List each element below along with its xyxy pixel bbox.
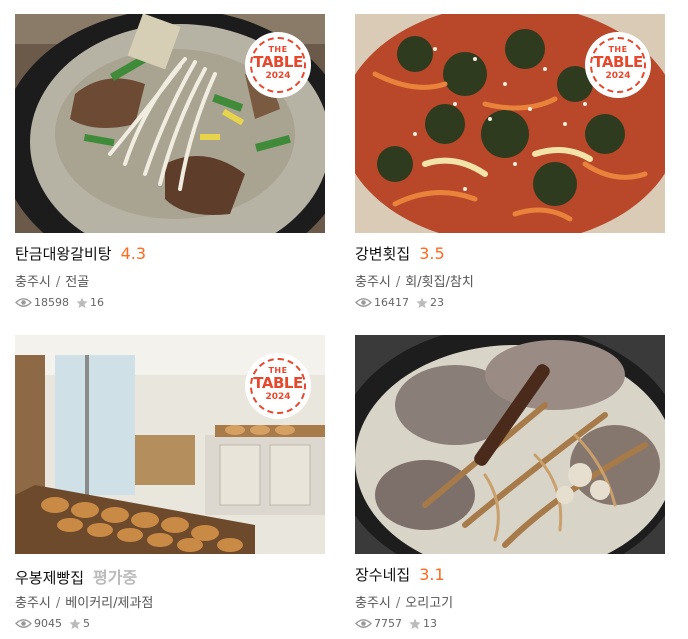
rating-score: 4.3 [120, 244, 147, 263]
star-count: 13 [423, 617, 437, 630]
star-icon [76, 297, 88, 308]
restaurant-photo[interactable]: THE TABLE 2024 [15, 335, 325, 554]
title-row: 강변횟집 3.5 [355, 243, 665, 267]
location-category: 충주시 / 회/횟집/참치 [355, 271, 665, 290]
city-label: 충주시 [355, 275, 391, 290]
restaurant-photo[interactable] [355, 335, 665, 554]
restaurant-name[interactable]: 장수네집 [355, 564, 410, 585]
restaurant-card[interactable]: THE TABLE 2024 탄금대왕갈비탕 4.3 충주시 / 전골 18598 … [15, 14, 325, 309]
rating-score: 3.1 [419, 565, 445, 584]
title-row: 탄금대왕갈비탕 4.3 [15, 243, 325, 267]
location-category: 충주시 / 오리고기 [355, 592, 665, 611]
the-table-2024-badge: THE TABLE 2024 [247, 355, 309, 417]
stats-row: 7757 13 [355, 617, 665, 630]
stats-row: 18598 16 [15, 296, 325, 309]
eye-icon [355, 619, 372, 628]
badge-line-2: TABLE [253, 53, 303, 71]
rating-pending: 평가중 [93, 568, 138, 587]
eye-icon [15, 619, 32, 628]
star-icon [416, 297, 428, 308]
restaurant-photo[interactable]: THE TABLE 2024 [355, 14, 665, 233]
rating-score: 3.5 [419, 244, 445, 263]
view-count: 18598 [34, 296, 69, 309]
title-row: 장수네집 3.1 [355, 564, 665, 588]
restaurant-card[interactable]: 장수네집 3.1 충주시 / 오리고기 7757 13 [355, 335, 665, 630]
badge-line-3: 2024 [265, 392, 291, 402]
restaurant-photo[interactable]: THE TABLE 2024 [15, 14, 325, 233]
badge-line-2: TABLE [253, 374, 303, 392]
view-count: 9045 [34, 617, 62, 630]
the-table-2024-badge: THE TABLE 2024 [247, 34, 309, 96]
star-count: 16 [90, 296, 104, 309]
category-label: 오리고기 [405, 596, 454, 611]
view-count: 7757 [374, 617, 402, 630]
star-count: 5 [83, 617, 90, 630]
star-icon [409, 618, 421, 629]
eye-icon [15, 298, 32, 307]
separator: / [395, 596, 401, 611]
title-row: 우봉제빵집 평가중 [15, 564, 325, 588]
location-category: 충주시 / 전골 [15, 271, 325, 290]
restaurant-name[interactable]: 우봉제빵집 [15, 567, 84, 588]
category-label: 전골 [65, 275, 90, 290]
separator: / [395, 275, 401, 290]
view-count: 16417 [374, 296, 409, 309]
restaurant-name[interactable]: 강변횟집 [355, 243, 410, 264]
city-label: 충주시 [15, 596, 51, 611]
star-count: 23 [430, 296, 444, 309]
category-label: 베이커리/제과점 [65, 596, 154, 611]
location-category: 충주시 / 베이커리/제과점 [15, 592, 325, 611]
separator: / [55, 275, 61, 290]
city-label: 충주시 [15, 275, 51, 290]
badge-line-3: 2024 [265, 71, 291, 81]
duck-ginseng-soup-image [355, 335, 665, 554]
category-label: 회/횟집/참치 [405, 275, 474, 290]
city-label: 충주시 [355, 596, 391, 611]
restaurant-name[interactable]: 탄금대왕갈비탕 [15, 243, 112, 264]
stats-row: 16417 23 [355, 296, 665, 309]
restaurant-card[interactable]: THE TABLE 2024 강변횟집 3.5 충주시 / 회/횟집/참치 1641… [355, 14, 665, 309]
restaurant-card[interactable]: THE TABLE 2024 우봉제빵집 평가중 충주시 / 베이커리/제과점 90… [15, 335, 325, 630]
stats-row: 9045 5 [15, 617, 325, 630]
the-table-2024-badge: THE TABLE 2024 [587, 34, 649, 96]
badge-line-2: TABLE [593, 53, 643, 71]
badge-line-3: 2024 [605, 71, 631, 81]
star-icon [69, 618, 81, 629]
separator: / [55, 596, 61, 611]
eye-icon [355, 298, 372, 307]
